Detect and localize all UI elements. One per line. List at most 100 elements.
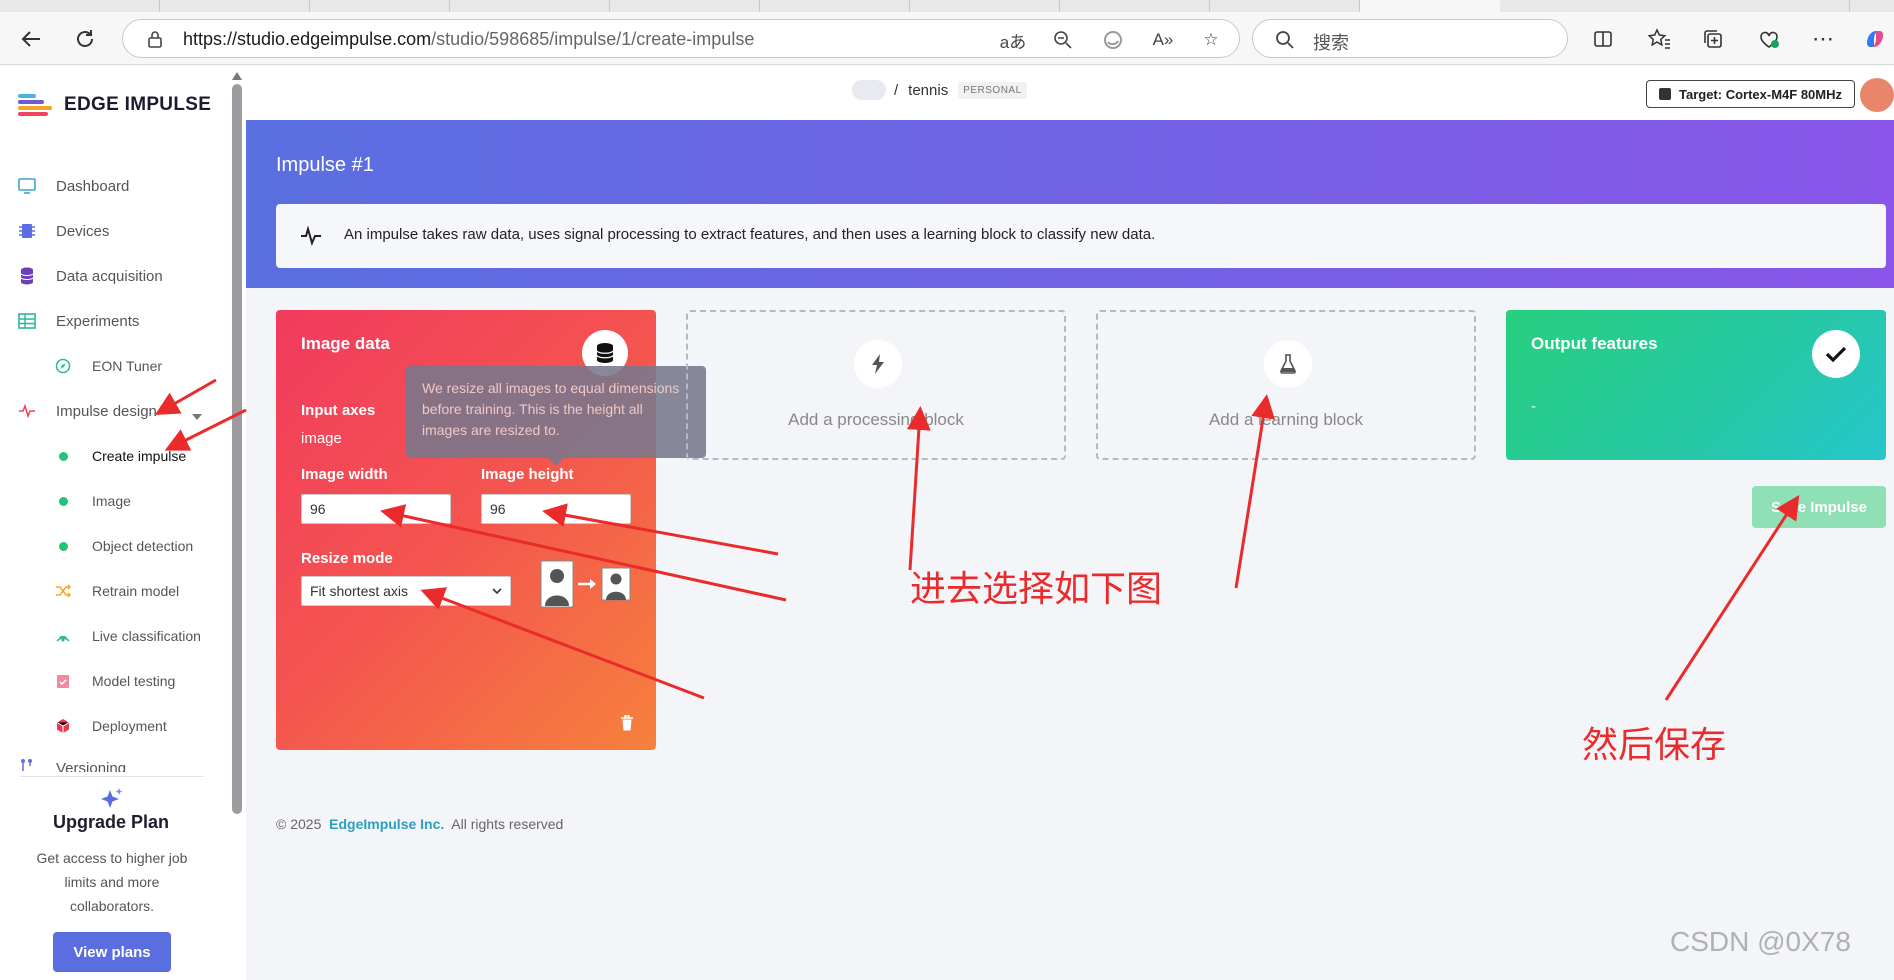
browser-search-box[interactable]: 搜索 xyxy=(1252,19,1568,58)
browser-tab-active[interactable] xyxy=(1360,0,1500,12)
edge-impulse-logo-icon xyxy=(18,92,52,118)
database-icon xyxy=(18,267,36,285)
sidebar-item-image[interactable]: Image xyxy=(0,481,226,521)
resize-mode-label: Resize mode xyxy=(301,550,393,567)
company-link[interactable]: EdgeImpulse Inc. xyxy=(329,816,444,832)
search-placeholder: 搜索 xyxy=(1313,33,1349,53)
address-bar[interactable]: https://studio.edgeimpulse.com/studio/59… xyxy=(122,19,1240,58)
image-height-input[interactable] xyxy=(481,494,631,524)
sidebar-item-dashboard[interactable]: Dashboard xyxy=(0,166,226,206)
annotation-save-note: 然后保存 xyxy=(1582,724,1727,765)
image-width-input[interactable] xyxy=(301,494,451,524)
monitor-icon xyxy=(18,177,36,195)
view-plans-button[interactable]: View plans xyxy=(53,932,171,972)
scroll-up-icon[interactable] xyxy=(232,72,242,80)
image-height-tooltip: We resize all images to equal dimensions… xyxy=(406,366,706,466)
sidebar-item-devices[interactable]: Devices xyxy=(0,211,226,251)
output-features-value: - xyxy=(1531,398,1536,415)
browser-tab[interactable] xyxy=(610,0,760,12)
heartbeat-icon xyxy=(301,226,321,246)
refresh-icon[interactable] xyxy=(68,22,102,56)
lightning-bolt-icon xyxy=(854,340,902,388)
more-menu-icon[interactable]: ⋯ xyxy=(1806,22,1840,56)
translate-icon[interactable]: aあ xyxy=(999,26,1027,54)
arrow-to-save-button xyxy=(1664,494,1800,701)
status-dot-icon xyxy=(55,448,71,464)
flask-icon xyxy=(1264,340,1312,388)
upgrade-plan-title: Upgrade Plan xyxy=(52,812,170,832)
browser-tab[interactable] xyxy=(910,0,1060,12)
copyright-year: © 2025 xyxy=(276,816,322,832)
grid-icon xyxy=(18,312,36,330)
signal-icon xyxy=(55,628,71,644)
add-processing-block-label: Add a processing block xyxy=(788,410,964,429)
resize-illustration-icon xyxy=(540,560,631,608)
brand-name: EDGE IMPULSE xyxy=(64,94,212,115)
sidebar-item-deployment[interactable]: Deployment xyxy=(0,706,226,746)
sidebar-item-object-detection[interactable]: Object detection xyxy=(0,526,226,566)
sidebar-item-eon-tuner[interactable]: EON Tuner xyxy=(0,346,226,386)
favorite-star-icon[interactable]: ☆ xyxy=(1197,26,1225,54)
browser-tab[interactable] xyxy=(1210,0,1360,12)
annotation-select-note: 进去选择如下图 xyxy=(910,568,1163,609)
split-screen-icon[interactable] xyxy=(1586,22,1620,56)
zoom-out-icon[interactable] xyxy=(1049,26,1077,54)
read-aloud-icon[interactable]: A» xyxy=(1149,26,1177,54)
edge-app-icon[interactable] xyxy=(1099,26,1127,54)
status-dot-icon xyxy=(55,493,71,509)
target-device-button[interactable]: Target: Cortex-M4F 80MHz xyxy=(1646,80,1856,108)
input-axes-label: Input axes xyxy=(301,402,376,419)
sidebar: EDGE IMPULSE Dashboard Devices Data acqu… xyxy=(0,66,246,980)
sidebar-item-create-impulse[interactable]: Create impulse xyxy=(0,436,226,476)
page-title: Impulse #1 xyxy=(276,154,374,176)
browser-essentials-icon[interactable] xyxy=(1752,22,1786,56)
sidebar-item-experiments[interactable]: Experiments xyxy=(0,301,226,341)
add-learning-block-label: Add a learning block xyxy=(1208,410,1364,429)
back-icon[interactable] xyxy=(14,22,48,56)
sidebar-item-model-testing[interactable]: Model testing xyxy=(0,661,226,701)
copilot-icon[interactable] xyxy=(1858,22,1892,56)
tooltip-text: We resize all images to equal dimensions… xyxy=(422,380,680,438)
sidebar-scrollbar[interactable] xyxy=(230,72,244,980)
scrollbar-thumb[interactable] xyxy=(232,84,242,814)
browser-tab-strip xyxy=(0,0,1894,12)
sidebar-item-versioning[interactable]: Versioning xyxy=(0,746,226,772)
copyright-suffix: All rights reserved xyxy=(451,816,564,832)
trash-icon[interactable] xyxy=(620,715,634,731)
add-learning-block[interactable]: Add a learning block xyxy=(1096,310,1476,460)
branch-icon xyxy=(18,756,36,772)
user-avatar[interactable] xyxy=(1860,78,1894,112)
search-icon xyxy=(1276,31,1294,49)
browser-tab[interactable] xyxy=(310,0,450,12)
target-device-label: Target: Cortex-M4F 80MHz xyxy=(1679,86,1843,102)
image-height-label: Image height xyxy=(481,466,574,483)
page-footer: © 2025 EdgeImpulse Inc. All rights reser… xyxy=(276,816,563,832)
add-processing-block[interactable]: Add a processing block xyxy=(686,310,1066,460)
project-type-badge: PERSONAL xyxy=(958,81,1027,99)
save-impulse-button[interactable]: Save Impulse xyxy=(1752,486,1886,528)
upgrade-plan-description: Get access to higher job limits and more… xyxy=(36,850,188,914)
sidebar-item-data-acquisition[interactable]: Data acquisition xyxy=(0,256,226,296)
owner-avatar-placeholder xyxy=(852,80,886,100)
brand-logo[interactable]: EDGE IMPULSE xyxy=(18,92,211,118)
sidebar-item-impulse-design[interactable]: Impulse design xyxy=(0,391,226,431)
sidebar-item-live-classification[interactable]: Live classification xyxy=(0,616,226,656)
browser-tab[interactable] xyxy=(1650,0,1850,12)
tooltip-arrow xyxy=(548,458,564,466)
divider xyxy=(20,776,204,777)
lock-icon xyxy=(148,31,162,48)
input-axes-value: image xyxy=(301,430,342,447)
favorites-icon[interactable] xyxy=(1642,22,1676,56)
browser-tab[interactable] xyxy=(760,0,910,12)
browser-tab[interactable] xyxy=(160,0,310,12)
pulse-icon xyxy=(18,402,36,420)
page-header-banner: Impulse #1 An impulse takes raw data, us… xyxy=(246,120,1894,288)
resize-mode-select[interactable]: Fit shortest axis xyxy=(301,576,511,606)
browser-tab[interactable] xyxy=(0,0,160,12)
chevron-down-icon xyxy=(192,407,202,424)
collections-icon[interactable] xyxy=(1696,22,1730,56)
project-name[interactable]: tennis xyxy=(908,82,948,99)
browser-tab[interactable] xyxy=(450,0,610,12)
browser-tab[interactable] xyxy=(1060,0,1210,12)
sidebar-item-retrain-model[interactable]: Retrain model xyxy=(0,571,226,611)
